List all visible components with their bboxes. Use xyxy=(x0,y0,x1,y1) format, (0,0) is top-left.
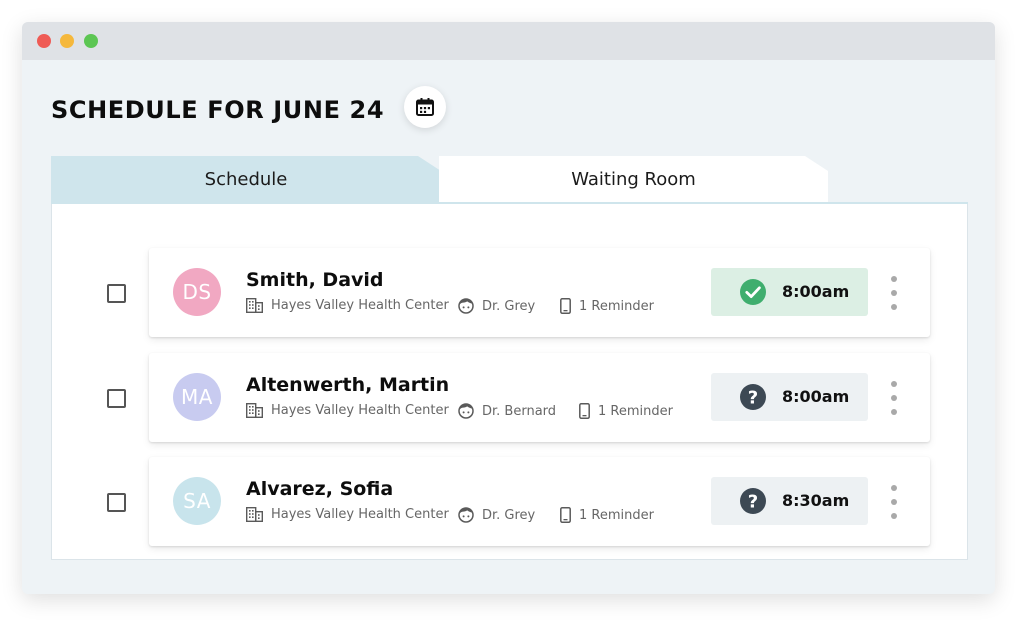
doctor-face-icon xyxy=(458,298,474,314)
avatar-initials: SA xyxy=(183,489,211,513)
check-circle-icon xyxy=(740,279,766,305)
tab-schedule[interactable]: Schedule xyxy=(51,156,441,202)
avatar: MA xyxy=(173,373,221,421)
kebab-dot xyxy=(891,485,897,491)
close-window-button[interactable] xyxy=(37,34,51,48)
tab-waiting-room-label: Waiting Room xyxy=(571,168,696,190)
doctor-meta: Dr. Bernard xyxy=(458,403,556,419)
kebab-dot xyxy=(891,304,897,310)
reminder-label: 1 Reminder xyxy=(598,403,673,419)
kebab-dot xyxy=(891,290,897,296)
reminder-label: 1 Reminder xyxy=(579,298,654,314)
kebab-dot xyxy=(891,513,897,519)
appointment-time: 8:00am xyxy=(782,282,850,301)
appointment-card[interactable]: DS Smith, David Hayes Valley Health Cent… xyxy=(149,248,930,337)
phone-icon xyxy=(560,507,571,523)
svg-text:?: ? xyxy=(748,388,758,409)
app-window: SCHEDULE FOR JUNE 24 Schedule Waiting Ro… xyxy=(22,22,995,594)
building-icon xyxy=(246,507,263,522)
appointment-status[interactable]: ? 8:00am xyxy=(711,373,868,421)
doctor-label: Dr. Grey xyxy=(482,507,536,523)
patient-name: Altenwerth, Martin xyxy=(246,374,450,396)
kebab-dot xyxy=(891,276,897,282)
page-title: SCHEDULE FOR JUNE 24 xyxy=(51,96,385,124)
location-meta: Hayes Valley Health Center xyxy=(246,403,449,418)
location-meta: Hayes Valley Health Center xyxy=(246,507,449,522)
reminder-meta: 1 Reminder xyxy=(579,403,673,419)
calendar-button[interactable] xyxy=(404,86,446,128)
row-checkbox[interactable] xyxy=(107,284,126,303)
more-options-button[interactable] xyxy=(887,276,901,310)
location-meta: Hayes Valley Health Center xyxy=(246,298,449,313)
appointment-time: 8:00am xyxy=(782,387,850,406)
tab-schedule-label: Schedule xyxy=(204,168,288,190)
kebab-dot xyxy=(891,395,897,401)
doctor-meta: Dr. Grey xyxy=(458,298,535,314)
question-circle-icon: ? xyxy=(740,488,766,514)
question-circle-icon: ? xyxy=(740,384,766,410)
doctor-label: Dr. Grey xyxy=(482,298,536,314)
more-options-button[interactable] xyxy=(887,381,901,415)
kebab-dot xyxy=(891,499,897,505)
svg-text:?: ? xyxy=(748,492,758,513)
phone-icon xyxy=(579,403,590,419)
building-icon xyxy=(246,298,263,313)
appointment-time: 8:30am xyxy=(782,491,850,510)
doctor-meta: Dr. Grey xyxy=(458,507,535,523)
title-bar xyxy=(22,22,995,60)
location-label: Hayes Valley Health Center xyxy=(271,298,449,313)
row-checkbox[interactable] xyxy=(107,493,126,512)
calendar-icon xyxy=(416,98,434,116)
doctor-face-icon xyxy=(458,507,474,523)
appointment-card[interactable]: SA Alvarez, Sofia Hayes Valley Health Ce… xyxy=(149,457,930,546)
doctor-face-icon xyxy=(458,403,474,419)
kebab-dot xyxy=(891,409,897,415)
more-options-button[interactable] xyxy=(887,485,901,519)
location-label: Hayes Valley Health Center xyxy=(271,507,449,522)
appointment-status[interactable]: ? 8:30am xyxy=(711,477,868,525)
tab-waiting-room[interactable]: Waiting Room xyxy=(439,156,828,202)
avatar-initials: DS xyxy=(182,280,212,304)
appointment-status[interactable]: 8:00am xyxy=(711,268,868,316)
avatar-initials: MA xyxy=(181,385,213,409)
doctor-label: Dr. Bernard xyxy=(482,403,557,419)
avatar: DS xyxy=(173,268,221,316)
reminder-meta: 1 Reminder xyxy=(560,507,654,523)
avatar: SA xyxy=(173,477,221,525)
building-icon xyxy=(246,403,263,418)
appointment-card[interactable]: MA Altenwerth, Martin Hayes Valley Healt… xyxy=(149,353,930,442)
phone-icon xyxy=(560,298,571,314)
minimize-window-button[interactable] xyxy=(60,34,74,48)
maximize-window-button[interactable] xyxy=(84,34,98,48)
location-label: Hayes Valley Health Center xyxy=(271,403,449,418)
reminder-meta: 1 Reminder xyxy=(560,298,654,314)
kebab-dot xyxy=(891,381,897,387)
patient-name: Alvarez, Sofia xyxy=(246,478,394,500)
appointment-list: DS Smith, David Hayes Valley Health Cent… xyxy=(51,204,968,560)
row-checkbox[interactable] xyxy=(107,389,126,408)
reminder-label: 1 Reminder xyxy=(579,507,654,523)
patient-name: Smith, David xyxy=(246,269,384,291)
